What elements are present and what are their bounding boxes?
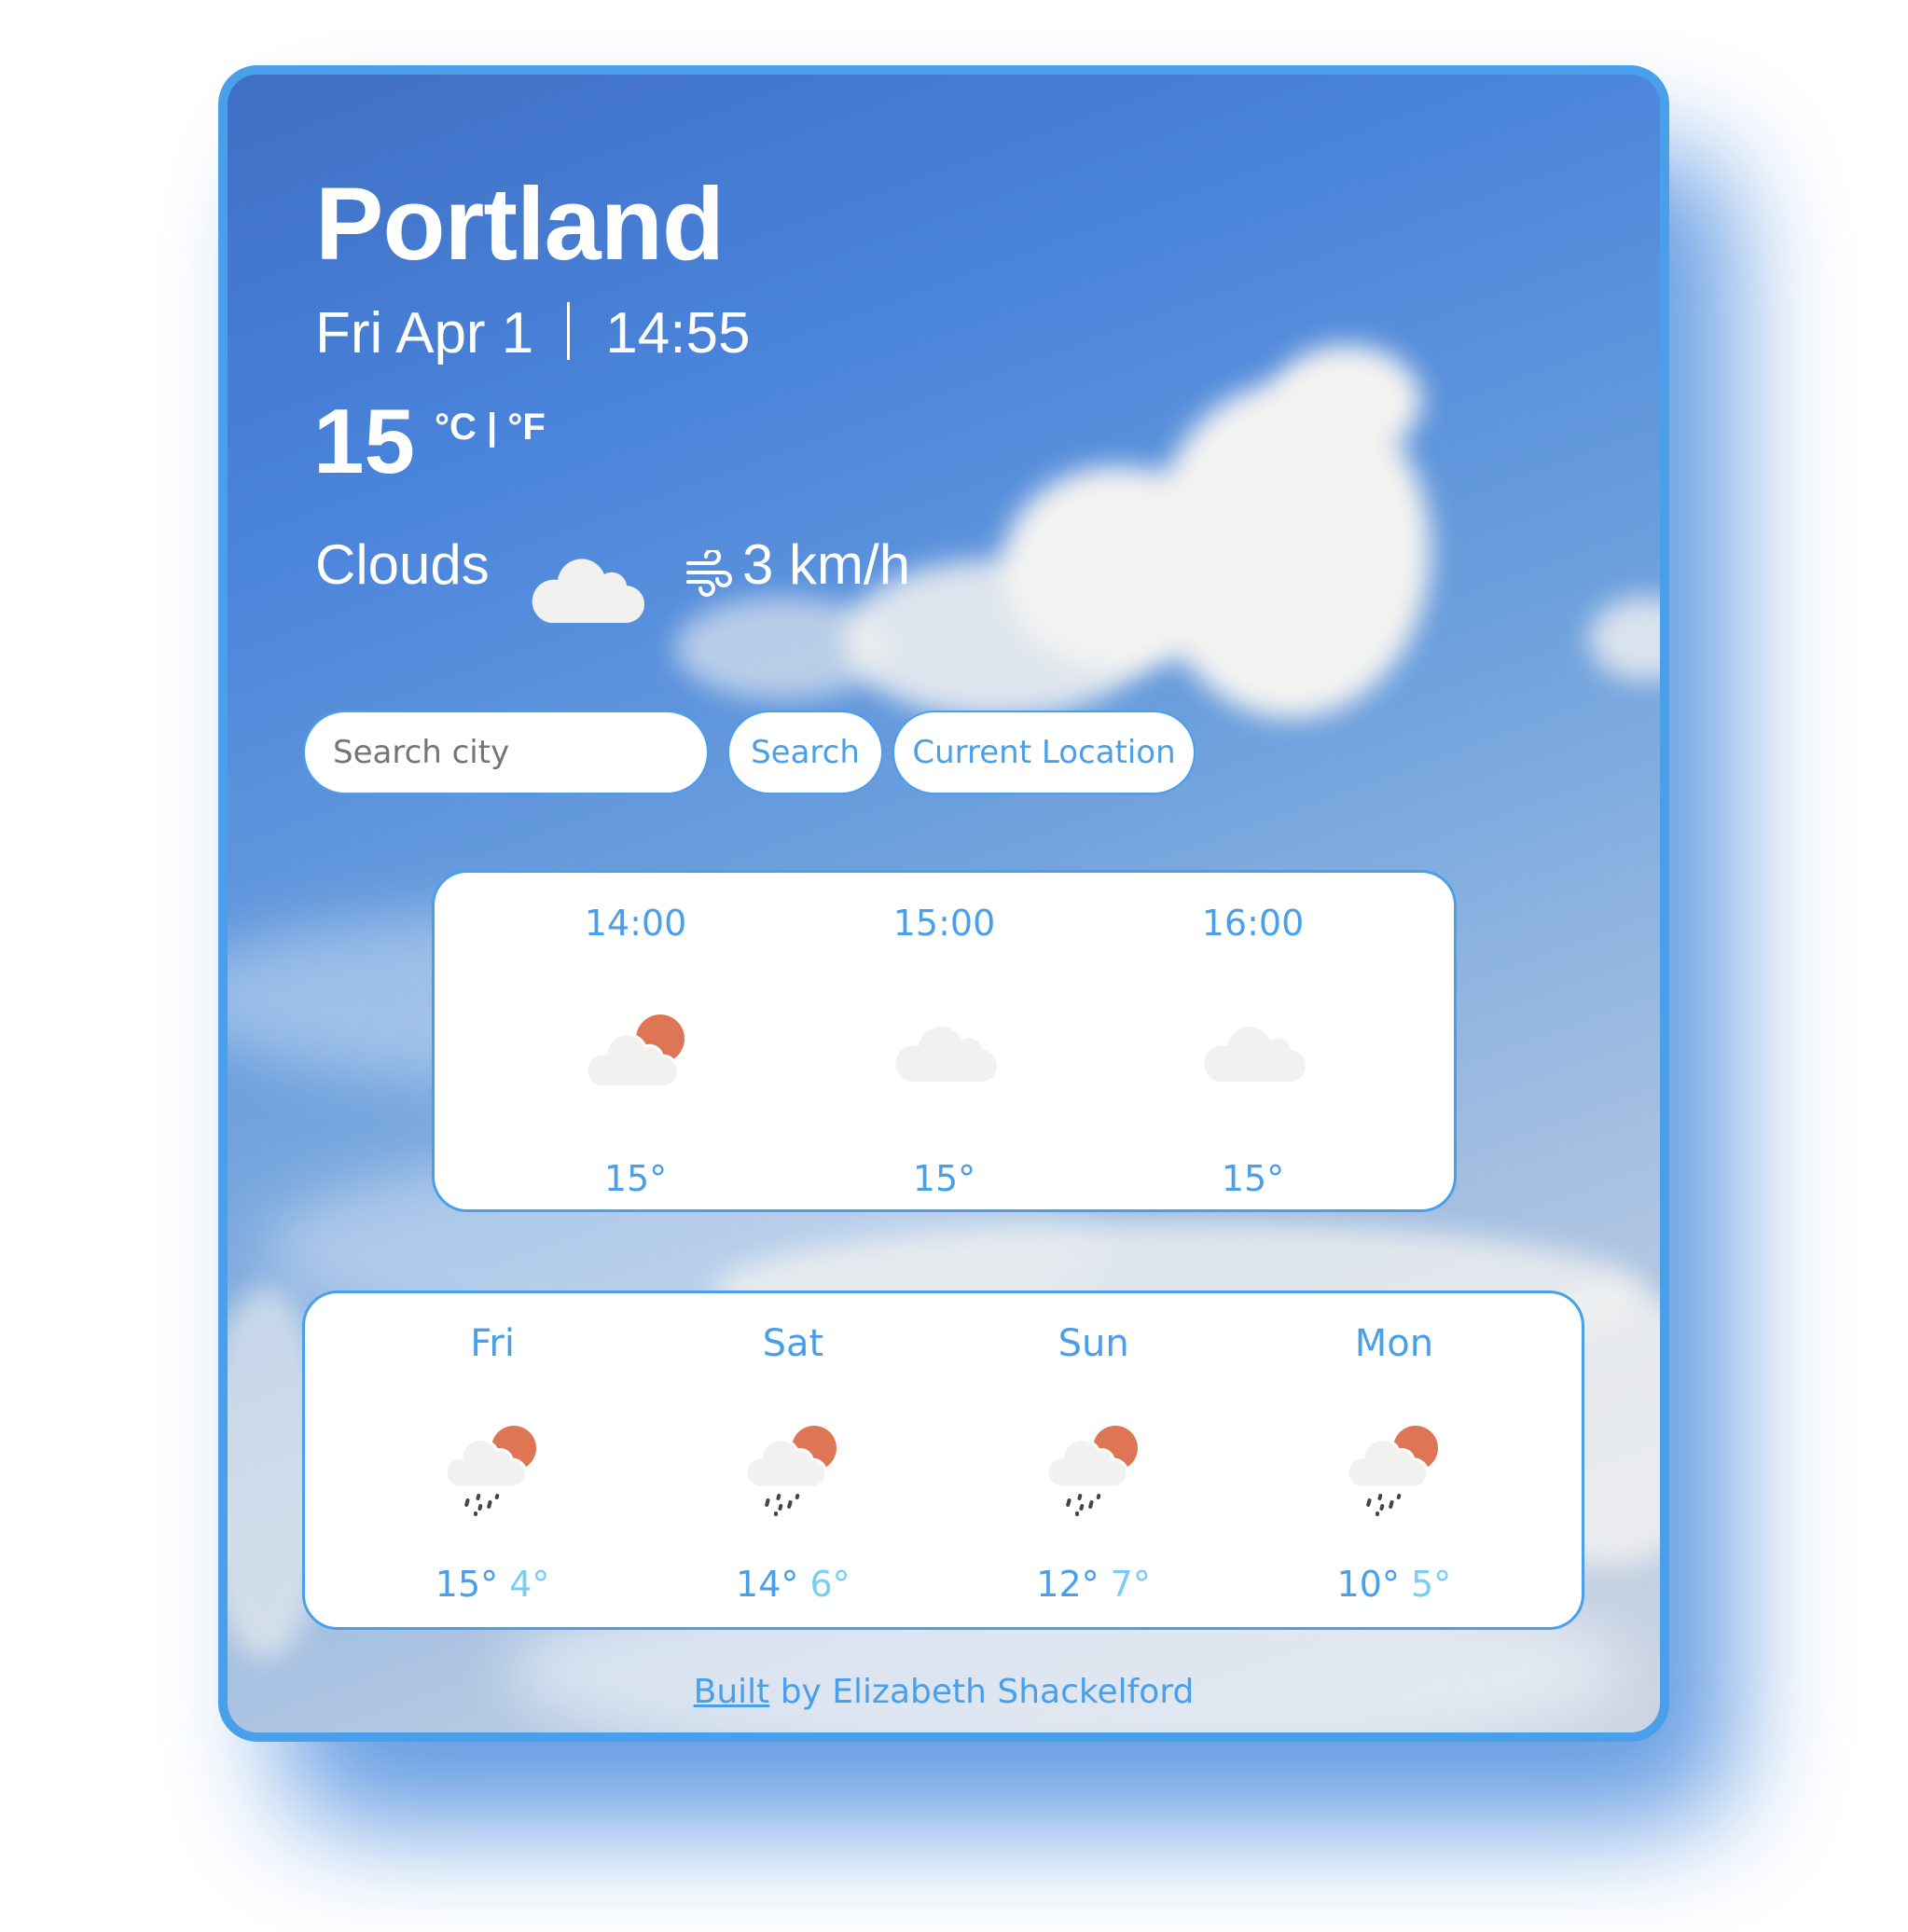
daily-max-temp: 15°	[435, 1564, 499, 1605]
sky-cloud	[675, 597, 890, 699]
hourly-forecast: 14:00 15° 15:00 15° 16:00 15°	[432, 870, 1457, 1212]
daily-item: Sun 12° 7°	[991, 1293, 1196, 1627]
hourly-time: 16:00	[1201, 903, 1305, 944]
sky-cloud	[1272, 345, 1421, 457]
date-time: Fri Apr 1 14:55	[315, 302, 750, 363]
current-location-button[interactable]: Current Location	[892, 711, 1196, 794]
footer: Built by Elizabeth Shackelford	[228, 1673, 1660, 1711]
daily-temperature: 14° 6°	[736, 1564, 850, 1605]
daily-forecast: Fri 15° 4° Sat 14° 6° Sun 12° 7° Mon 10°…	[302, 1290, 1584, 1630]
sun-cloud-rain-icon	[1346, 1426, 1438, 1516]
weather-app-card: Portland Fri Apr 1 14:55 15 °C | °F Cloud…	[218, 65, 1669, 1742]
unit-separator: |	[487, 407, 498, 448]
daily-day: Sat	[762, 1322, 824, 1365]
date-time-separator	[567, 302, 571, 360]
sun-cloud-rain-icon	[1045, 1426, 1138, 1516]
daily-min-temp: 7°	[1110, 1564, 1151, 1605]
built-link[interactable]: Built	[694, 1673, 770, 1711]
unit-toggle: °C | °F	[435, 408, 546, 446]
daily-temperature: 12° 7°	[1036, 1564, 1151, 1605]
hourly-item: 16:00 15°	[1151, 873, 1356, 1209]
cloud-icon	[1203, 1027, 1306, 1083]
hourly-time: 14:00	[584, 903, 687, 944]
cloud-icon	[532, 559, 645, 624]
hourly-temperature: 15°	[912, 1158, 976, 1199]
daily-max-temp: 10°	[1336, 1564, 1400, 1605]
current-time: 14:55	[605, 301, 751, 366]
city-name: Portland	[315, 167, 725, 282]
celsius-link[interactable]: °C	[435, 407, 477, 448]
daily-max-temp: 14°	[736, 1564, 799, 1605]
current-date: Fri Apr 1	[315, 301, 534, 366]
hourly-time: 15:00	[892, 903, 996, 944]
daily-min-temp: 6°	[809, 1564, 850, 1605]
hourly-item: 14:00 15°	[533, 873, 739, 1209]
hourly-temperature: 15°	[1221, 1158, 1285, 1199]
daily-min-temp: 5°	[1411, 1564, 1452, 1605]
footer-author: by Elizabeth Shackelford	[769, 1673, 1195, 1711]
daily-min-temp: 4°	[509, 1564, 550, 1605]
daily-day: Sun	[1058, 1322, 1129, 1365]
hourly-temperature: 15°	[603, 1158, 668, 1199]
partly-cloudy-icon	[584, 1014, 684, 1089]
search-city-input[interactable]	[303, 711, 709, 794]
daily-item: Mon 10° 5°	[1292, 1293, 1497, 1627]
daily-item: Fri 15° 4°	[390, 1293, 595, 1627]
daily-day: Mon	[1354, 1322, 1434, 1365]
hourly-item: 15:00 15°	[842, 873, 1047, 1209]
wind-speed: 3 km/h	[742, 533, 911, 596]
daily-temperature: 10° 5°	[1337, 1564, 1452, 1605]
sun-cloud-rain-icon	[744, 1426, 837, 1516]
daily-max-temp: 12°	[1036, 1564, 1099, 1605]
current-temperature: 15	[313, 390, 416, 492]
wind-icon	[686, 550, 732, 597]
cloud-icon	[894, 1027, 997, 1083]
sun-cloud-rain-icon	[444, 1426, 537, 1516]
daily-day: Fri	[470, 1322, 515, 1365]
fahrenheit-link[interactable]: °F	[507, 407, 545, 448]
sky-cloud	[1589, 597, 1660, 681]
search-button[interactable]: Search	[727, 711, 883, 794]
daily-temperature: 15° 4°	[436, 1564, 550, 1605]
weather-description: Clouds	[315, 533, 490, 596]
daily-item: Sat 14° 6°	[690, 1293, 895, 1627]
